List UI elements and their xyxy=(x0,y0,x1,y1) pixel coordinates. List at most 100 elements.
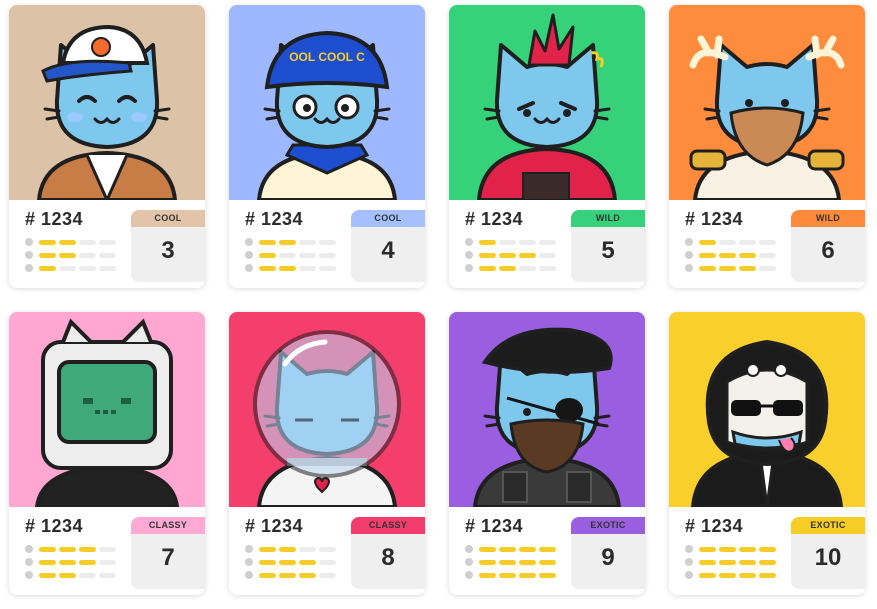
token-id: # 1234 xyxy=(245,516,304,536)
shirt-trait-icon xyxy=(465,251,473,259)
shirt-trait-icon xyxy=(25,558,33,566)
trait-stats xyxy=(685,236,785,275)
dot-trait-icon xyxy=(685,264,693,272)
trait-bar-segment xyxy=(499,265,516,271)
trait-bar-segment xyxy=(299,252,316,258)
trait-bar xyxy=(39,252,116,258)
trait-bar-segment xyxy=(699,572,716,578)
card-info: # 1234 CLASSY 8 xyxy=(229,507,425,595)
trait-bar xyxy=(479,252,556,258)
trait-bar-segment xyxy=(719,239,736,245)
trait-bar-segment xyxy=(719,265,736,271)
trait-stat-row xyxy=(25,543,125,555)
tier-badge: WILD 6 xyxy=(791,210,865,282)
trait-bar xyxy=(39,559,116,565)
trait-bar xyxy=(259,559,336,565)
card-info: # 1234 WILD 5 xyxy=(449,200,645,288)
trait-bar-segment xyxy=(79,252,96,258)
trait-bar-segment xyxy=(259,546,276,552)
trait-stat-row xyxy=(25,556,125,568)
card-artwork xyxy=(669,5,865,200)
nft-card[interactable]: # 1234 WILD 6 xyxy=(669,5,865,288)
card-artwork xyxy=(9,5,205,200)
card-artwork xyxy=(669,312,865,507)
hat-trait-icon xyxy=(25,238,33,246)
trait-bar-segment xyxy=(499,239,516,245)
trait-stats xyxy=(25,543,125,582)
trait-bar-segment xyxy=(99,265,116,271)
trait-bar-segment xyxy=(59,239,76,245)
shirt-trait-icon xyxy=(685,558,693,566)
card-artwork xyxy=(229,312,425,507)
trait-bar-segment xyxy=(539,572,556,578)
card-artwork xyxy=(449,312,645,507)
trait-bar xyxy=(699,572,776,578)
trait-bar-segment xyxy=(759,559,776,565)
tier-label: EXOTIC xyxy=(571,517,645,534)
trait-bar-segment xyxy=(519,252,536,258)
trait-bar-segment xyxy=(59,572,76,578)
nft-card[interactable]: # 1234 COOL 3 xyxy=(9,5,205,288)
trait-bar-segment xyxy=(759,572,776,578)
trait-bar xyxy=(39,239,116,245)
card-info: # 1234 COOL 4 xyxy=(229,200,425,288)
token-id: # 1234 xyxy=(25,516,84,536)
trait-bar-segment xyxy=(719,559,736,565)
tier-score: 4 xyxy=(381,237,395,264)
trait-bar-segment xyxy=(59,265,76,271)
trait-bar-segment xyxy=(299,265,316,271)
trait-bar-segment xyxy=(479,239,496,245)
trait-stat-row xyxy=(25,236,125,248)
trait-bar-segment xyxy=(739,559,756,565)
trait-bar-segment xyxy=(39,252,56,258)
trait-bar-segment xyxy=(739,265,756,271)
trait-stat-row xyxy=(25,249,125,261)
trait-bar xyxy=(259,572,336,578)
nft-card[interactable]: # 1234 EXOTIC 10 xyxy=(669,312,865,595)
tier-score: 7 xyxy=(161,544,175,571)
dot-trait-icon xyxy=(245,264,253,272)
tier-score: 5 xyxy=(601,237,615,264)
card-info: # 1234 COOL 3 xyxy=(9,200,205,288)
tier-badge: COOL 3 xyxy=(131,210,205,282)
trait-bar-segment xyxy=(499,572,516,578)
nft-card[interactable]: # 1234 CLASSY 7 xyxy=(9,312,205,595)
trait-stat-row xyxy=(465,543,565,555)
tier-label: WILD xyxy=(791,210,865,227)
card-artwork: OOL COOL C xyxy=(229,5,425,200)
trait-bar-segment xyxy=(739,252,756,258)
hat-trait-icon xyxy=(245,238,253,246)
card-artwork xyxy=(449,5,645,200)
trait-bar-segment xyxy=(39,239,56,245)
trait-bar xyxy=(479,265,556,271)
trait-bar-segment xyxy=(39,572,56,578)
trait-stat-row xyxy=(685,556,785,568)
trait-bar-segment xyxy=(739,239,756,245)
nft-card[interactable]: # 1234 EXOTIC 9 xyxy=(449,312,645,595)
token-id: # 1234 xyxy=(465,209,524,229)
nft-card[interactable]: # 1234 WILD 5 xyxy=(449,5,645,288)
trait-bar-segment xyxy=(479,572,496,578)
trait-bar-segment xyxy=(699,265,716,271)
trait-bar-segment xyxy=(99,546,116,552)
nft-card[interactable]: # 1234 CLASSY 8 xyxy=(229,312,425,595)
trait-bar-segment xyxy=(519,239,536,245)
trait-bar-segment xyxy=(499,559,516,565)
trait-bar-segment xyxy=(759,252,776,258)
nft-card[interactable]: OOL COOL C # 1234 COOL 4 xyxy=(229,5,425,288)
trait-bar-segment xyxy=(99,572,116,578)
character-illustration xyxy=(253,330,401,507)
trait-bar-segment xyxy=(279,572,296,578)
trait-bar xyxy=(699,559,776,565)
token-id: # 1234 xyxy=(685,516,744,536)
hat-trait-icon xyxy=(685,545,693,553)
shirt-trait-icon xyxy=(245,251,253,259)
card-artwork xyxy=(9,312,205,507)
trait-bar-segment xyxy=(719,546,736,552)
trait-bar xyxy=(39,546,116,552)
trait-stat-row xyxy=(245,236,345,248)
dot-trait-icon xyxy=(25,571,33,579)
tier-score: 8 xyxy=(381,544,395,571)
card-info: # 1234 EXOTIC 10 xyxy=(669,507,865,595)
trait-bar-segment xyxy=(59,252,76,258)
